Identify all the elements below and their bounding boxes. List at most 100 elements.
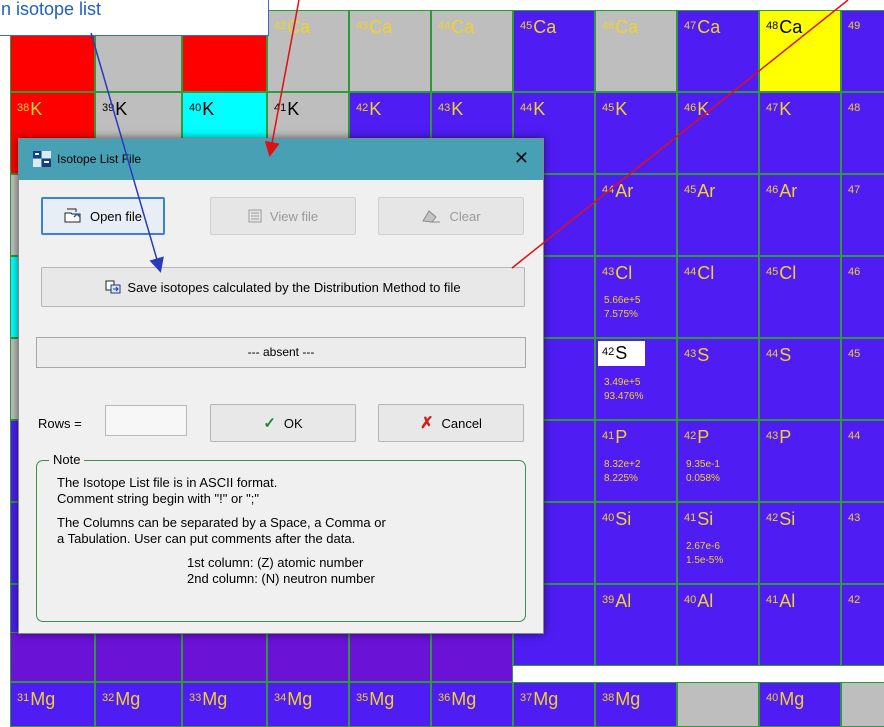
nuclide-cell[interactable]: 46 (841, 256, 884, 338)
nuclide-label: 45Ar (684, 181, 716, 201)
nuclide-label: 35Mg (356, 689, 395, 709)
cell-value: 2.67e-6 (686, 541, 720, 552)
cancel-x-icon: ✗ (420, 415, 434, 432)
nuclide-cell[interactable]: 46Ar (759, 174, 841, 256)
nuclide-cell[interactable]: 34Mg (267, 682, 349, 727)
rows-input[interactable] (105, 405, 187, 436)
nuclide-cell[interactable]: 36Mg (431, 682, 513, 727)
nuclide-cell[interactable]: 32Mg (95, 682, 182, 727)
nuclide-cell[interactable]: 37Mg (513, 682, 595, 727)
nuclide-cell[interactable]: 46Ca (595, 10, 677, 92)
annotation-callout: n isotope list (0, 0, 269, 36)
nuclide-label: 46 (848, 266, 861, 278)
dialog-title: Isotope List File (57, 152, 142, 166)
nuclide-cell[interactable] (267, 632, 349, 682)
nuclide-label: 41P (602, 427, 628, 447)
nuclide-cell[interactable]: 45Ca (513, 10, 595, 92)
nuclide-cell[interactable]: 42S 3.49e+5 93.476% (595, 338, 677, 420)
nuclide-cell[interactable]: 44S (759, 338, 841, 420)
nuclide-cell[interactable] (841, 682, 884, 727)
nuclide-cell[interactable]: 46K (677, 92, 759, 174)
clear-button[interactable]: Clear (378, 197, 524, 235)
cell-percent: 0.058% (686, 473, 720, 484)
nuclide-cell[interactable]: 40Si (595, 502, 677, 584)
nuclide-label: 36Mg (438, 689, 477, 709)
nuclide-cell[interactable]: 45 (841, 338, 884, 420)
nuclide-label: 44S (766, 345, 792, 365)
nuclide-cell[interactable]: 40Al (677, 584, 759, 666)
nuclide-label: 40Si (602, 509, 632, 529)
nuclide-label: 42K (356, 99, 382, 119)
nuclide-cell[interactable]: 44Ar (595, 174, 677, 256)
nuclide-cell[interactable]: 45Ar (677, 174, 759, 256)
app-icon (33, 151, 51, 167)
nuclide-cell[interactable] (677, 682, 759, 727)
nuclide-label: 45Cl (766, 263, 797, 283)
nuclide-label: 43S (684, 345, 710, 365)
nuclide-cell[interactable] (10, 632, 95, 682)
view-file-button[interactable]: View file (210, 197, 356, 235)
nuclide-label: 44K (520, 99, 546, 119)
nuclide-cell[interactable]: 42Si (759, 502, 841, 584)
cell-percent: 8.225% (604, 473, 638, 484)
nuclide-cell[interactable]: 49 (841, 10, 884, 92)
nuclide-cell[interactable] (349, 632, 431, 682)
nuclide-cell[interactable]: 35Mg (349, 682, 431, 727)
nuclide-cell[interactable]: 44 (841, 420, 884, 502)
nuclide-cell[interactable]: 38Mg (595, 682, 677, 727)
nuclide-cell[interactable]: 43Ca (349, 10, 431, 92)
nuclide-label: 45Ca (520, 17, 557, 37)
nuclide-cell[interactable] (95, 632, 182, 682)
nuclide-cell[interactable]: 33Mg (182, 682, 267, 727)
nuclide-cell[interactable] (182, 632, 267, 682)
nuclide-cell[interactable]: 42P 9.35e-1 0.058% (677, 420, 759, 502)
nuclide-cell[interactable] (431, 632, 513, 682)
nuclide-label: 43P (766, 427, 792, 447)
nuclide-cell[interactable]: 41Al (759, 584, 841, 666)
nuclide-label: 41Al (766, 591, 796, 611)
ok-button[interactable]: ✓ OK (210, 404, 356, 442)
note-title: Note (49, 452, 85, 467)
cell-value: 9.35e-1 (686, 459, 720, 470)
open-file-button[interactable]: Open file (41, 197, 165, 235)
nuclide-cell[interactable]: 41P 8.32e+2 8.225% (595, 420, 677, 502)
nuclide-label: 40Mg (766, 689, 805, 709)
nuclide-cell[interactable]: 43S (677, 338, 759, 420)
nuclide-cell[interactable]: 31Mg (10, 682, 95, 727)
cancel-label: Cancel (441, 415, 482, 431)
dialog-title-bar[interactable]: Isotope List File ✕ (19, 139, 543, 180)
annotation-text: n isotope list (1, 0, 102, 19)
nuclide-cell[interactable]: 39Al (595, 584, 677, 666)
nuclide-label: 39K (102, 99, 128, 119)
nuclide-cell[interactable]: 48Ca (759, 10, 841, 92)
nuclide-label: 44Cl (684, 263, 715, 283)
nuclide-label: 31Mg (17, 689, 56, 709)
nuclide-cell[interactable]: 45K (595, 92, 677, 174)
save-isotopes-button[interactable]: Save isotopes calculated by the Distribu… (41, 267, 525, 307)
isotope-list-dialog: Isotope List File ✕ Open file View file … (18, 138, 544, 634)
save-isotopes-label: Save isotopes calculated by the Distribu… (127, 279, 461, 295)
nuclide-cell[interactable]: 48 (841, 92, 884, 174)
nuclide-label: 43Cl (602, 263, 633, 283)
nuclide-cell[interactable]: 40Mg (759, 682, 841, 727)
nuclide-cell[interactable]: 44Cl (677, 256, 759, 338)
nuclide-label: 43K (438, 99, 464, 119)
nuclide-cell[interactable]: 44Ca (431, 10, 513, 92)
nuclide-cell[interactable]: 41Si 2.67e-6 1.5e-5% (677, 502, 759, 584)
nuclide-cell[interactable]: 47 (841, 174, 884, 256)
note-group: Note The Isotope List file is in ASCII f… (36, 452, 526, 622)
clear-label: Clear (449, 208, 481, 224)
close-icon[interactable]: ✕ (514, 148, 529, 168)
nuclide-cell[interactable]: 43 (841, 502, 884, 584)
nuclide-cell[interactable]: 42Ca (267, 10, 349, 92)
nuclide-cell[interactable]: 45Cl (759, 256, 841, 338)
nuclide-cell[interactable]: 47K (759, 92, 841, 174)
nuclide-cell[interactable]: 42 (841, 584, 884, 666)
nuclide-cell[interactable]: 43Cl 5.66e+5 7.575% (595, 256, 677, 338)
nuclide-cell[interactable]: 47Ca (677, 10, 759, 92)
nuclide-label: 42P (684, 427, 710, 447)
nuclide-label: 42S (598, 341, 646, 366)
nuclide-cell[interactable]: 43P (759, 420, 841, 502)
cancel-button[interactable]: ✗ Cancel (378, 404, 524, 442)
nuclide-label: 43 (848, 512, 861, 524)
